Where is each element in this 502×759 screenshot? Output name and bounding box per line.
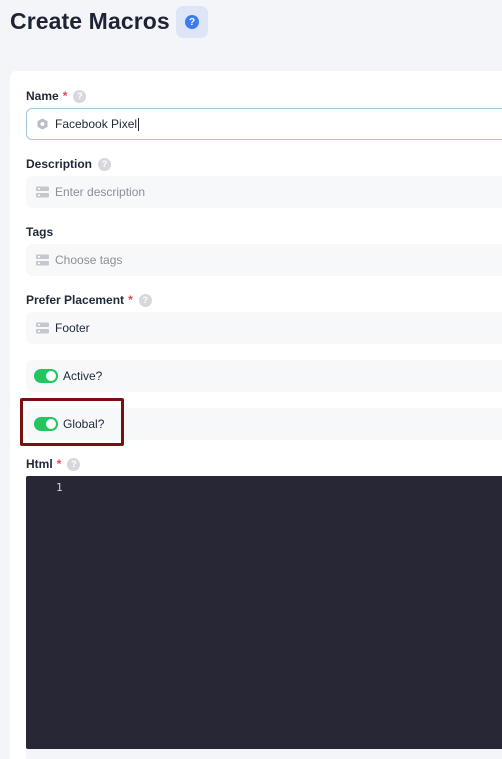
placement-label: Prefer Placement * ? xyxy=(26,293,152,307)
placement-label-text: Prefer Placement xyxy=(26,293,125,307)
global-label: Global? xyxy=(63,417,105,431)
line-number: 1 xyxy=(56,481,63,494)
tags-placeholder: Choose tags xyxy=(55,253,123,267)
name-input[interactable]: Facebook Pixel xyxy=(26,108,502,140)
html-label-text: Html xyxy=(26,457,53,471)
hexagon-icon xyxy=(37,118,48,130)
placement-select[interactable]: Footer xyxy=(26,312,502,344)
list-icon xyxy=(36,322,49,334)
page-header: Create Macros ? xyxy=(0,0,502,56)
name-label-text: Name xyxy=(26,89,59,103)
help-icon[interactable]: ? xyxy=(98,157,112,171)
required-marker: * xyxy=(56,457,62,471)
required-marker: * xyxy=(62,89,68,103)
tags-label: Tags xyxy=(26,225,53,239)
html-code-editor[interactable]: 1 xyxy=(26,476,502,749)
description-label: Description ? xyxy=(26,157,112,171)
help-icon[interactable]: ? xyxy=(73,89,87,103)
help-button[interactable]: ? xyxy=(176,6,208,38)
description-input[interactable]: Enter description xyxy=(26,176,502,208)
name-label: Name * ? xyxy=(26,89,87,103)
tags-label-text: Tags xyxy=(26,225,54,239)
page-title: Create Macros xyxy=(10,8,170,34)
name-input-value: Facebook Pixel xyxy=(55,117,138,131)
question-icon: ? xyxy=(185,15,199,29)
active-toggle-row[interactable]: Active? xyxy=(26,360,502,392)
text-caret xyxy=(138,117,140,131)
required-marker: * xyxy=(128,293,133,307)
active-label: Active? xyxy=(63,369,103,383)
description-label-text: Description xyxy=(26,157,93,171)
tags-select[interactable]: Choose tags xyxy=(26,244,502,276)
html-label: Html * ? xyxy=(26,457,81,471)
help-icon[interactable]: ? xyxy=(138,293,152,307)
list-icon xyxy=(36,254,49,266)
help-icon[interactable]: ? xyxy=(67,457,81,471)
description-placeholder: Enter description xyxy=(55,185,146,199)
global-switch[interactable] xyxy=(34,417,58,431)
placement-value: Footer xyxy=(55,321,90,335)
bottom-strip xyxy=(26,749,502,759)
global-toggle-row[interactable]: Global? xyxy=(26,408,502,440)
active-switch[interactable] xyxy=(34,369,58,383)
list-icon xyxy=(36,186,49,198)
